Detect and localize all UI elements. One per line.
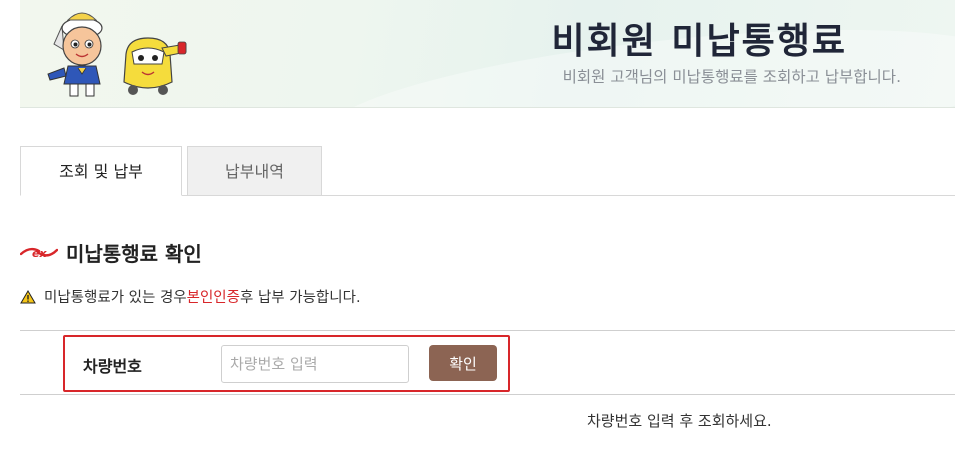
plate-search-form: 차량번호 확인 — [63, 335, 510, 392]
page-title: 비회원 미납통행료 — [551, 21, 847, 62]
mascot-illustration — [47, 12, 187, 97]
ex-logo-icon: ex — [20, 247, 58, 260]
tab-payment-history[interactable]: 납부내역 — [187, 146, 322, 196]
notice-suffix: 후 납부 가능합니다. — [240, 290, 361, 306]
ex-logo-text: ex — [32, 247, 47, 260]
header-banner: 비회원 미납통행료 비회원 고객님의 미납통행료를 조회하고 납부합니다. — [20, 0, 955, 108]
form-top-border — [20, 330, 955, 331]
form-bottom-border — [20, 394, 955, 395]
plate-number-label: 차량번호 — [83, 357, 142, 376]
notice-text: 미납통행료가 있는 경우 본인인증 후 납부 가능합니다. — [20, 286, 361, 307]
confirm-button[interactable]: 확인 — [429, 345, 497, 381]
section-header: ex 미납통행료 확인 — [20, 237, 202, 267]
page-subtitle: 비회원 고객님의 미납통행료를 조회하고 납부합니다. — [562, 68, 901, 86]
notice-prefix: 미납통행료가 있는 경우 — [44, 290, 187, 306]
warning-icon — [20, 289, 36, 303]
plate-number-input[interactable] — [221, 345, 409, 383]
tab-lookup-and-pay[interactable]: 조회 및 납부 — [20, 146, 182, 196]
lookup-hint: 차량번호 입력 후 조회하세요. — [587, 412, 772, 430]
section-title: 미납통행료 확인 — [66, 241, 202, 266]
notice-highlight: 본인인증 — [186, 290, 240, 306]
